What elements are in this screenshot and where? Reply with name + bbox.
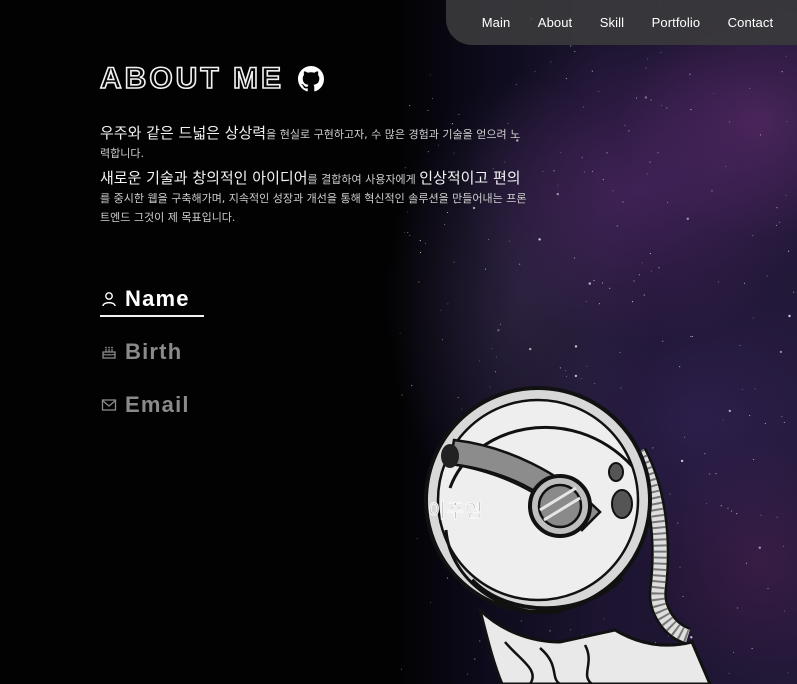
info-list: Name Birth Email xyxy=(100,283,204,421)
intro-text-2a: 를 결합하여 사용자에게 xyxy=(307,173,420,186)
intro-highlight-1: 우주와 같은 드넓은 상상력 xyxy=(100,124,267,142)
astronaut-illustration xyxy=(424,386,712,684)
info-item-email[interactable]: Email xyxy=(100,389,190,421)
intro-text: 우주와 같은 드넓은 상상력을 현실로 구현하고자, 수 많은 경험과 기술을 … xyxy=(100,124,530,227)
about-heading: ABOUT ME xyxy=(99,61,284,96)
intro-paragraph-1: 우주와 같은 드넓은 상상력을 현실로 구현하고자, 수 많은 경험과 기술을 … xyxy=(100,124,530,163)
nav-portfolio[interactable]: Portfolio xyxy=(652,15,701,30)
about-heading-row: ABOUT ME xyxy=(99,61,324,96)
intro-highlight-2: 새로운 기술과 창의적인 아이디어 xyxy=(100,169,308,187)
info-item-name[interactable]: Name xyxy=(100,283,204,317)
intro-text-2b: 를 중시한 웹을 구축해가며, 지속적인 성장과 개선을 통해 혁신적인 솔루션… xyxy=(100,192,527,224)
top-nav: Main About Skill Portfolio Contact xyxy=(446,0,797,45)
name-value: 이주영 xyxy=(428,500,484,523)
info-item-birth[interactable]: Birth xyxy=(100,336,190,368)
person-icon xyxy=(100,290,118,308)
mail-icon xyxy=(100,396,118,414)
nav-skill[interactable]: Skill xyxy=(600,15,624,30)
nav-contact[interactable]: Contact xyxy=(728,15,774,30)
info-label-birth: Birth xyxy=(125,339,183,364)
info-label-name: Name xyxy=(125,286,190,311)
intro-highlight-3: 인상적이고 편의 xyxy=(419,169,521,187)
intro-paragraph-2: 새로운 기술과 창의적인 아이디어를 결합하여 사용자에게 인상적이고 편의를 … xyxy=(100,169,530,227)
github-icon[interactable] xyxy=(298,66,324,92)
cake-icon xyxy=(100,343,118,361)
info-label-email: Email xyxy=(125,392,190,417)
nav-main[interactable]: Main xyxy=(482,15,511,30)
nav-about[interactable]: About xyxy=(538,15,572,30)
